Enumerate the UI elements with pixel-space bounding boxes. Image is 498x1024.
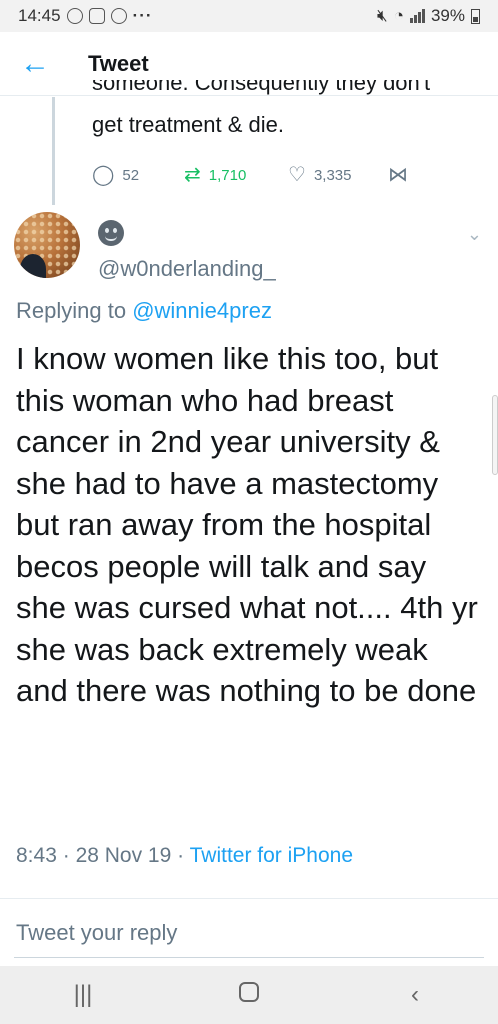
heart-icon: ♡	[288, 164, 306, 186]
avatar[interactable]	[14, 212, 80, 278]
meta-separator: ·	[62, 844, 70, 867]
tweet-meta: 8:43 · 28 Nov 19 · Twitter for iPhone	[16, 844, 353, 868]
tweet-time: 8:43	[16, 844, 57, 867]
previous-tweet-cut-text: someone. Consequently they don't	[92, 80, 430, 96]
divider	[0, 898, 498, 899]
tweet-date: 28 Nov 19	[75, 844, 172, 867]
system-nav-bar: ||| ‹	[0, 966, 498, 1024]
like-button[interactable]: ♡ 3,335	[288, 165, 388, 185]
status-left: 14:45 ···	[18, 6, 153, 26]
instagram-icon	[88, 8, 105, 24]
whatsapp-icon	[66, 8, 83, 24]
previous-tweet-text: get treatment & die.	[92, 112, 284, 137]
meta-separator: ·	[177, 844, 185, 867]
retweet-icon: ⇄	[184, 164, 201, 186]
recents-button[interactable]: |||	[43, 981, 123, 1009]
back-icon: ‹	[411, 981, 419, 1008]
replying-to-line: Replying to @winnie4prez	[16, 298, 272, 324]
more-notifications-icon: ···	[132, 6, 153, 25]
reply-input[interactable]: Tweet your reply	[16, 920, 177, 946]
scrollbar-thumb[interactable]	[492, 395, 498, 475]
home-icon	[239, 982, 259, 1002]
previous-tweet-actions: ◯ 52 ⇄ 1,710 ♡ 3,335 ⋈	[92, 165, 408, 185]
tweet-source-link[interactable]: Twitter for iPhone	[190, 844, 353, 867]
retweet-button[interactable]: ⇄ 1,710	[184, 165, 288, 185]
like-count: 3,335	[313, 166, 352, 184]
previous-tweet-cut-line: someone. Consequently they don't	[92, 80, 431, 95]
share-button[interactable]: ⋈	[388, 165, 408, 185]
recents-icon: |||	[73, 981, 93, 1008]
reply-input-underline	[14, 957, 484, 958]
tweet-text: I know women like this too, but this wom…	[16, 341, 478, 708]
reply-count: 52	[122, 166, 140, 184]
arrow-left-icon: ←	[20, 46, 50, 80]
messenger-icon	[110, 8, 127, 24]
thread-connector-line	[52, 97, 55, 205]
battery-percent: 39%	[430, 6, 465, 25]
user-handle[interactable]: @w0nderlanding_	[98, 256, 276, 282]
page-title: Tweet	[88, 50, 149, 76]
battery-icon	[471, 8, 480, 24]
retweet-count: 1,710	[208, 166, 247, 184]
status-bar: 14:45 ··· 🔇︎ ◔ 39%	[0, 0, 498, 32]
home-button[interactable]	[209, 981, 289, 1009]
status-right: 🔇︎ ◔ 39%	[377, 6, 480, 26]
replying-prefix: Replying to	[16, 298, 127, 323]
share-icon: ⋈	[388, 164, 408, 186]
back-button[interactable]: ←	[0, 32, 70, 96]
replying-mention-link[interactable]: @winnie4prez	[132, 298, 272, 323]
status-time: 14:45	[18, 6, 61, 25]
system-back-button[interactable]: ‹	[375, 981, 455, 1009]
reply-icon: ◯	[92, 164, 115, 186]
wifi-icon: ◔	[393, 6, 404, 25]
reply-button[interactable]: ◯ 52	[92, 165, 184, 185]
signal-icon	[409, 9, 425, 23]
mute-icon: 🔇︎	[376, 6, 388, 25]
display-name-emoji-icon	[98, 220, 124, 246]
avatar-figure	[20, 254, 46, 278]
chevron-down-icon[interactable]: ⌄	[467, 224, 482, 245]
